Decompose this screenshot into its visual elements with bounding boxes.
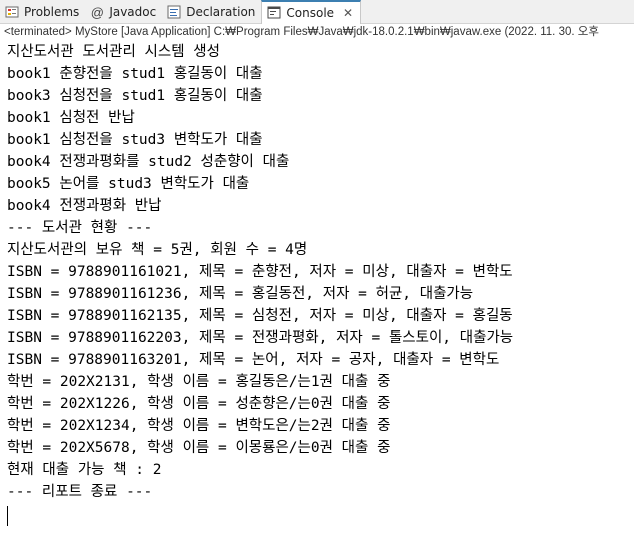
console-icon [266,5,282,21]
tab-javadoc[interactable]: @ Javadoc [85,0,162,24]
console-line: 학번 = 202X2131, 학생 이름 = 홍길동은/는1권 대출 중 [7,374,391,390]
console-line: book1 춘향전을 stud1 홍길동이 대출 [7,66,263,82]
console-line: 지산도서관의 보유 책 = 5권, 회원 수 = 4명 [7,242,308,258]
tab-console[interactable]: Console ✕ [261,0,362,24]
console-line: 지산도서관 도서관리 시스템 생성 [7,44,220,60]
console-line: ISBN = 9788901162203, 제목 = 전쟁과평화, 저자 = 톨… [7,330,514,346]
console-line: 학번 = 202X1234, 학생 이름 = 변학도은/는2권 대출 중 [7,418,391,434]
console-line: --- 리포트 종료 --- [7,484,153,500]
tab-problems[interactable]: Problems [0,0,85,24]
console-line: ISBN = 9788901162135, 제목 = 심청전, 저자 = 미상,… [7,308,513,324]
text-cursor [7,506,8,526]
console-line: ISBN = 9788901163201, 제목 = 논어, 저자 = 공자, … [7,352,500,368]
declaration-icon [166,4,182,20]
console-output[interactable]: 지산도서관 도서관리 시스템 생성 book1 춘향전을 stud1 홍길동이 … [7,41,634,503]
console-line: ISBN = 9788901161236, 제목 = 홍길동전, 저자 = 허균… [7,286,474,302]
console-line: book1 심청전을 stud3 변학도가 대출 [7,132,263,148]
tab-label: Problems [24,5,80,19]
at-icon: @ [90,4,104,20]
tab-declaration[interactable]: Declaration [162,0,261,24]
console-line: 학번 = 202X5678, 학생 이름 = 이몽룡은/는0권 대출 중 [7,440,391,456]
view-tab-bar: Problems @ Javadoc Declaration Console ✕ [0,0,634,24]
console-line: book4 전쟁과평화 반납 [7,198,162,214]
console-status-line: <terminated> MyStore [Java Application] … [0,24,634,41]
console-line: book1 심청전 반납 [7,110,135,126]
console-line: book5 논어를 stud3 변학도가 대출 [7,176,250,192]
tab-label: Console [286,6,335,20]
console-line: book4 전쟁과평화를 stud2 성춘향이 대출 [7,154,290,170]
console-line: book3 심청전을 stud1 홍길동이 대출 [7,88,263,104]
tab-label: Javadoc [109,5,157,19]
tab-label: Declaration [186,5,256,19]
close-icon[interactable]: ✕ [342,6,354,20]
console-line: 학번 = 202X1226, 학생 이름 = 성춘향은/는0권 대출 중 [7,396,391,412]
problems-icon [4,4,20,20]
console-line: --- 도서관 현황 --- [7,220,153,236]
console-line: ISBN = 9788901161021, 제목 = 춘향전, 저자 = 미상,… [7,264,513,280]
console-line: 현재 대출 가능 책 : 2 [7,462,162,478]
